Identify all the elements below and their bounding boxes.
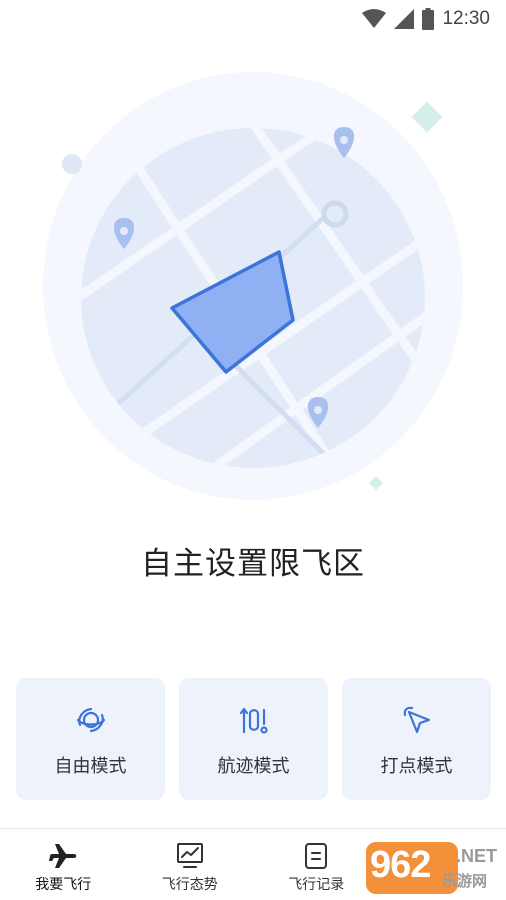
status-icons: 12:30 (362, 6, 490, 32)
pointer-icon (401, 704, 433, 736)
free-mode-button[interactable]: 自由模式 (16, 678, 165, 800)
route-icon (238, 704, 270, 736)
tab-fly-label: 我要飞行 (35, 877, 92, 893)
free-mode-label: 自由模式 (54, 756, 127, 777)
page-headline: 自主设置限飞区 (141, 546, 365, 582)
tab-fly[interactable]: 我要飞行 (0, 829, 127, 900)
decor-diamond-small (368, 475, 384, 491)
site-watermark-logo: 962 .NET 乐游网 (366, 840, 500, 896)
watermark-suffix: .NET (456, 846, 498, 866)
decor-dot (62, 154, 82, 174)
document-icon (301, 842, 331, 870)
tab-flight-status[interactable]: 飞行态势 (127, 829, 254, 900)
wifi-icon (362, 9, 387, 28)
watermark-number: 962 (370, 844, 431, 886)
waypoint-circle (321, 200, 349, 228)
cellular-signal-icon (394, 9, 415, 29)
status-bar: 12:30 (0, 0, 506, 38)
trend-chart-icon (175, 842, 205, 870)
watermark-text: 乐游网 (442, 872, 488, 890)
status-time: 12:30 (442, 8, 490, 29)
tab-flight-records-label: 飞行记录 (288, 877, 345, 893)
tab-flight-status-label: 飞行态势 (161, 877, 218, 893)
point-mode-label: 打点模式 (380, 756, 453, 777)
route-mode-button[interactable]: 航迹模式 (179, 678, 328, 800)
battery-icon (422, 8, 435, 30)
route-mode-label: 航迹模式 (217, 756, 290, 777)
orbit-icon (75, 704, 107, 736)
tab-flight-records[interactable]: 飞行记录 (253, 829, 380, 900)
no-fly-zone-illustration (43, 72, 463, 500)
decor-diamond (411, 101, 443, 133)
mode-selector: 自由模式 航迹模式 打点模式 (16, 678, 491, 800)
airplane-icon (48, 842, 78, 870)
point-mode-button[interactable]: 打点模式 (342, 678, 491, 800)
